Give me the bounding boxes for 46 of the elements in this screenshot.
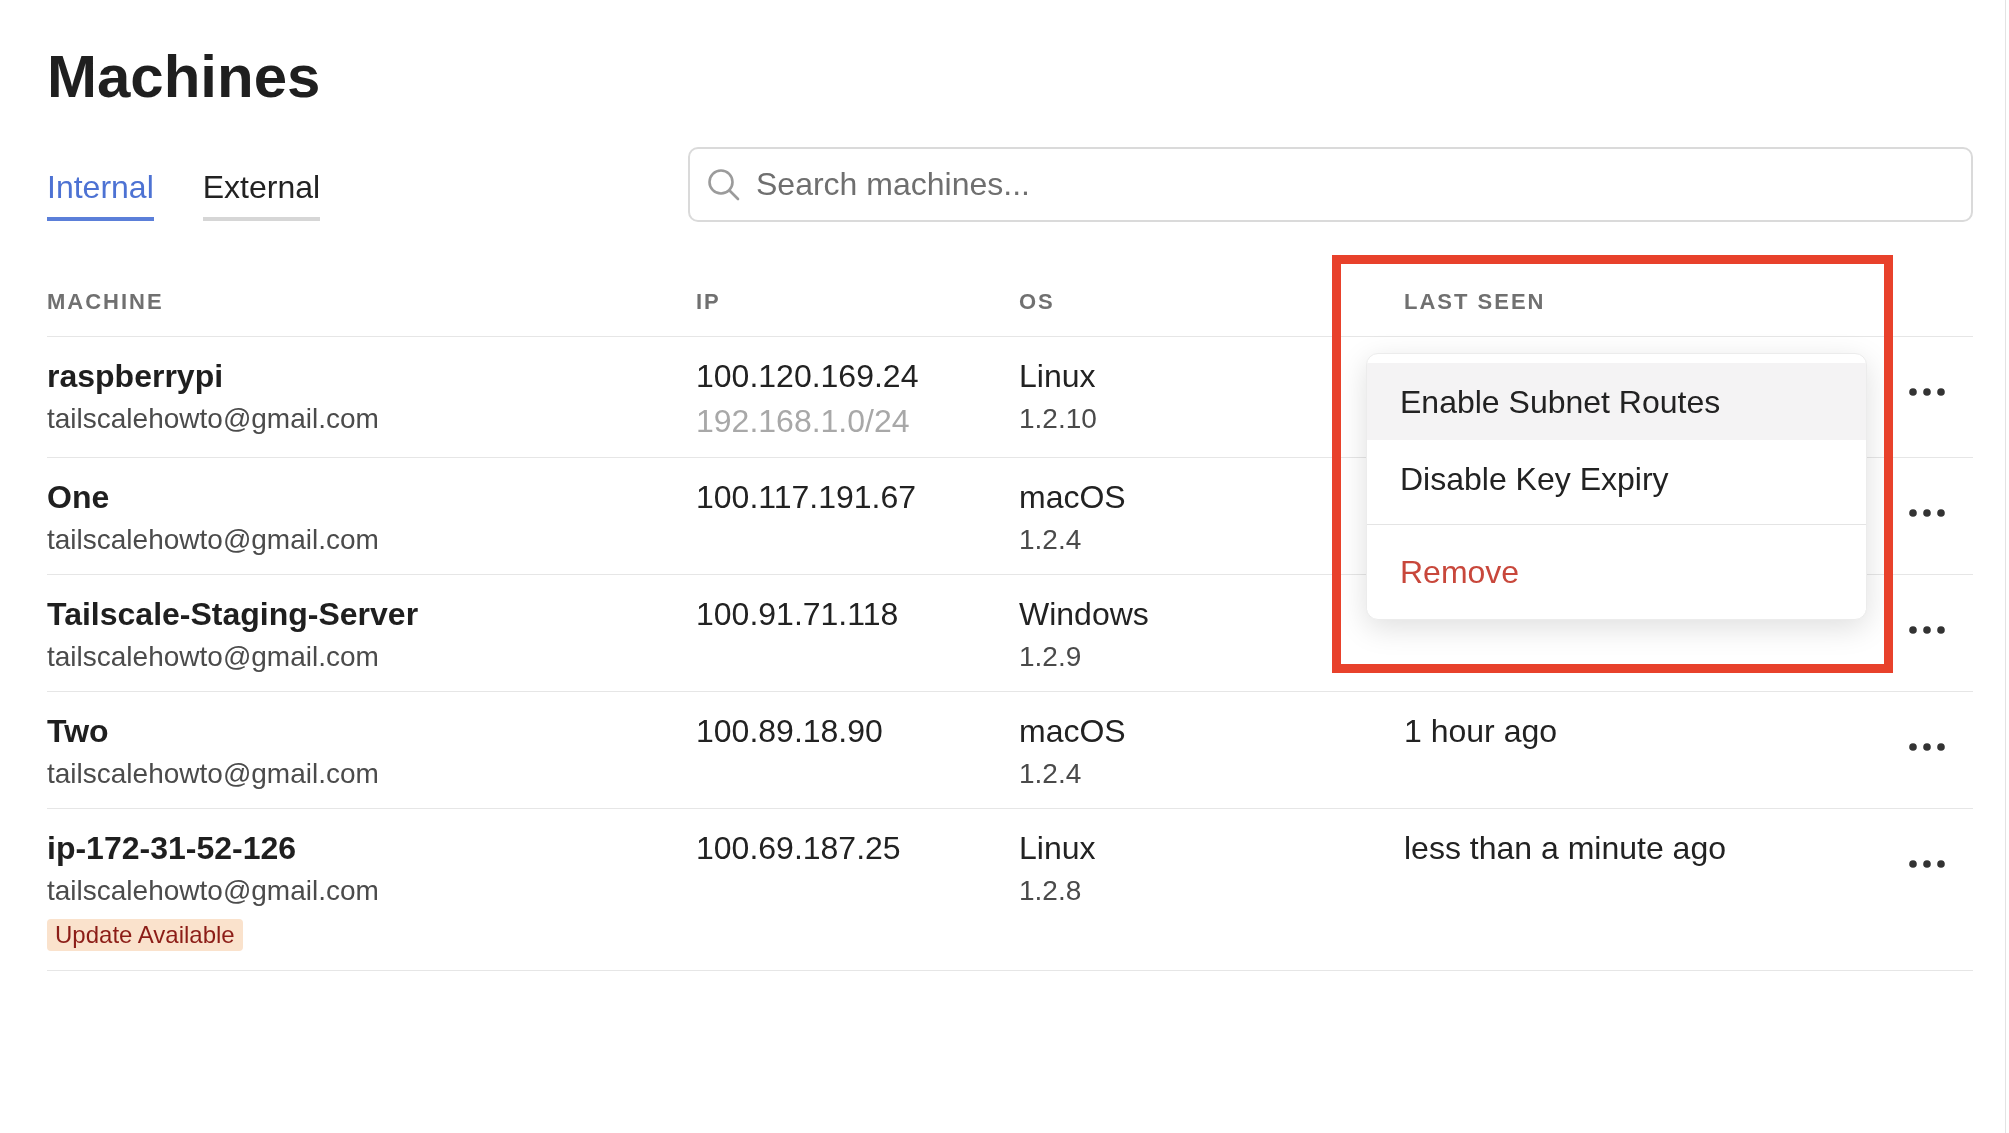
owner-email: tailscalehowto@gmail.com (47, 874, 379, 908)
page-title: Machines (47, 42, 321, 112)
machine-name: Two (47, 712, 109, 751)
column-header: LAST SEEN (1404, 289, 1546, 314)
subnet-route: 192.168.1.0/24 (696, 402, 910, 441)
os-version: 1.2.10 (1019, 402, 1097, 436)
owner-email: tailscalehowto@gmail.com (47, 523, 379, 557)
last-seen: 1 hour ago (1404, 712, 1557, 751)
owner-email: tailscalehowto@gmail.com (47, 402, 379, 436)
machine-name: raspberrypi (47, 357, 224, 396)
ellipsis-icon (1908, 509, 1945, 517)
ip-address: 100.91.71.118 (696, 595, 899, 634)
ellipsis-icon (1908, 626, 1945, 634)
menu-item[interactable]: Disable Key Expiry (1367, 440, 1866, 517)
os-name: Windows (1019, 595, 1149, 634)
search-field[interactable]: Search machines... (688, 147, 1973, 222)
last-seen: less than a minute ago (1404, 829, 1726, 868)
machine-name: ip-172-31-52-126 (47, 829, 297, 868)
os-name: Linux (1019, 829, 1096, 868)
owner-email: tailscalehowto@gmail.com (47, 640, 379, 674)
machine-name: One (47, 478, 110, 517)
owner-email: tailscalehowto@gmail.com (47, 757, 379, 791)
menu-item[interactable]: Remove (1367, 533, 1866, 610)
os-version: 1.2.9 (1019, 640, 1082, 674)
ip-address: 100.120.169.24 (696, 357, 919, 396)
os-name: macOS (1019, 478, 1126, 517)
column-header: MACHINE (47, 289, 164, 314)
ip-address: 100.69.187.25 (696, 829, 901, 868)
update-badge: Update Available (47, 919, 243, 951)
column-header: IP (696, 289, 721, 314)
os-version: 1.2.8 (1019, 874, 1082, 908)
os-version: 1.2.4 (1019, 523, 1082, 557)
ip-address: 100.89.18.90 (696, 712, 883, 751)
ip-address: 100.117.191.67 (696, 478, 917, 517)
os-name: macOS (1019, 712, 1126, 751)
menu-item[interactable]: Enable Subnet Routes (1367, 363, 1866, 440)
ellipsis-icon (1908, 388, 1945, 396)
search-icon (707, 168, 740, 201)
tab[interactable]: Internal (47, 167, 154, 221)
machine-name: Tailscale-Staging-Server (47, 595, 419, 634)
column-header: OS (1019, 289, 1055, 314)
ellipsis-icon (1908, 743, 1945, 751)
os-version: 1.2.4 (1019, 757, 1082, 791)
tab[interactable]: External (202, 167, 321, 221)
ellipsis-icon (1908, 860, 1945, 868)
os-name: Linux (1019, 357, 1096, 396)
